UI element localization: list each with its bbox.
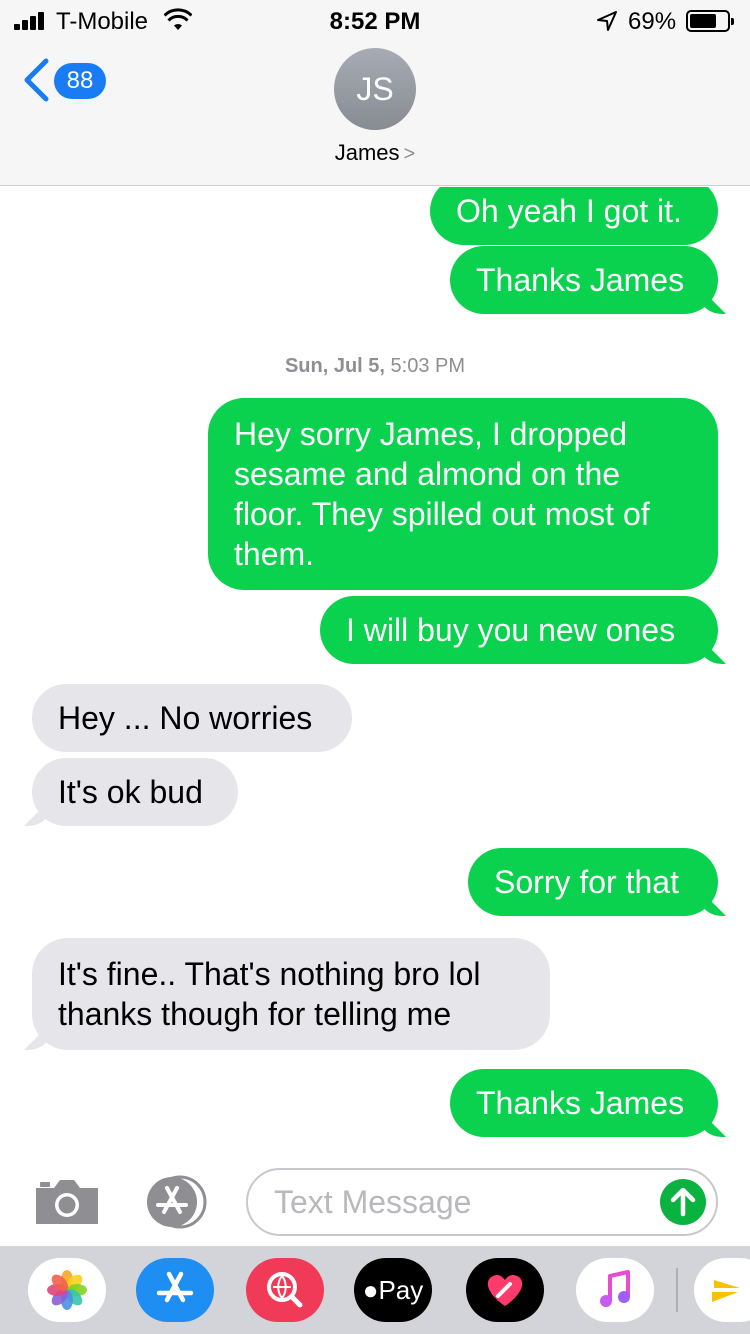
- conversation-header: T-Mobile 8:52 PM 69% 88 JS James >: [0, 0, 750, 186]
- timestamp-day: Sun, Jul 5,: [284, 355, 385, 377]
- search-images-icon[interactable]: [246, 1258, 324, 1322]
- apple-pay-icon[interactable]: ●Pay: [354, 1258, 432, 1322]
- message-bubble-received[interactable]: Hey ... No worries: [32, 684, 352, 752]
- send-arrow-icon: [670, 1187, 696, 1217]
- contact-name-button[interactable]: James >: [0, 140, 750, 166]
- contact-avatar[interactable]: JS: [334, 48, 416, 130]
- apple-glyph: ●: [362, 1275, 379, 1305]
- message-input[interactable]: Text Message: [246, 1168, 718, 1236]
- unread-count-badge[interactable]: 88: [54, 63, 106, 99]
- message-thread[interactable]: Oh yeah I got it. Thanks James Sun, Jul …: [0, 187, 750, 1157]
- imessage-screen: T-Mobile 8:52 PM 69% 88 JS James > Oh yea…: [0, 0, 750, 1334]
- message-bubble-sent[interactable]: I will buy you new ones: [320, 596, 718, 664]
- sprint-icon[interactable]: [694, 1258, 750, 1322]
- chevron-right-icon: >: [403, 143, 416, 165]
- app-store-icon[interactable]: [140, 1174, 212, 1230]
- status-bar: T-Mobile 8:52 PM 69%: [0, 0, 750, 40]
- contact-name: James: [334, 140, 400, 165]
- message-bubble-sent[interactable]: Thanks James: [450, 246, 718, 314]
- location-arrow-icon: [597, 11, 617, 31]
- message-timestamp: Sun, Jul 5, 5:03 PM: [0, 355, 750, 378]
- photos-app-icon[interactable]: [28, 1258, 106, 1322]
- message-bubble-sent[interactable]: Sorry for that: [468, 848, 718, 916]
- message-input-placeholder: Text Message: [274, 1184, 472, 1220]
- message-bubble-sent[interactable]: Oh yeah I got it.: [430, 187, 718, 245]
- app-store-icon[interactable]: [136, 1258, 214, 1322]
- send-button[interactable]: [660, 1179, 706, 1225]
- message-bubble-received[interactable]: It's ok bud: [32, 758, 238, 826]
- heart-sticker-icon[interactable]: [466, 1258, 544, 1322]
- music-icon[interactable]: [576, 1258, 654, 1322]
- battery-percentage: 69%: [628, 8, 677, 35]
- timestamp-time: 5:03 PM: [390, 355, 466, 377]
- camera-icon[interactable]: [34, 1176, 100, 1226]
- app-drawer: ●Pay: [0, 1246, 750, 1334]
- drawer-divider: [676, 1268, 678, 1312]
- battery-icon: [686, 10, 734, 32]
- apple-pay-label: Pay: [378, 1275, 424, 1305]
- message-bubble-received[interactable]: It's fine.. That's nothing bro lol thank…: [32, 938, 550, 1050]
- message-bubble-sent[interactable]: Thanks James: [450, 1069, 718, 1137]
- message-bubble-sent[interactable]: Hey sorry James, I dropped sesame and al…: [208, 398, 718, 590]
- back-chevron-icon[interactable]: [22, 58, 50, 102]
- compose-bar: Text Message: [0, 1158, 750, 1246]
